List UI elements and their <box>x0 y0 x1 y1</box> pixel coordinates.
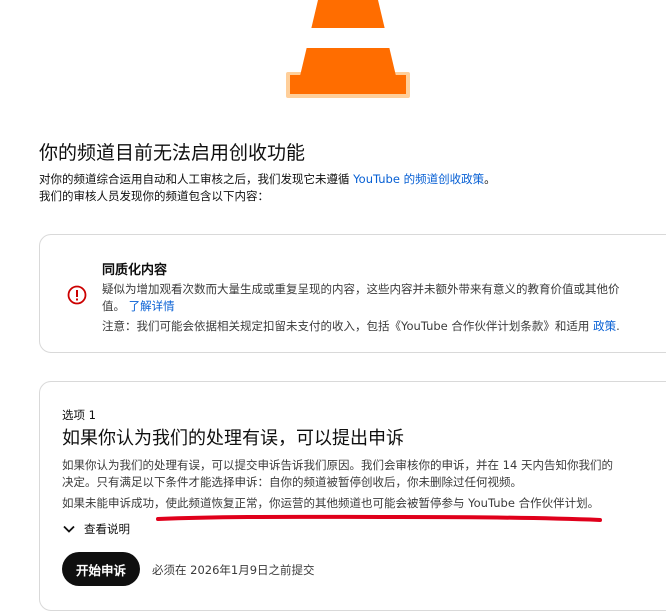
issue-description-text: 疑似为增加观看次数而大量生成或重复呈现的内容，这些内容并未额外带来有意义的教育价… <box>102 282 620 313</box>
issue-note-text: 注意：我们可能会依据相关规定扣留未支付的收入，包括《YouTube 合作伙伴计划… <box>102 319 594 333</box>
intro-line1-prefix: 对你的频道综合运用自动和人工审核之后，我们发现它未遵循 <box>39 172 354 186</box>
error-circle-icon <box>67 285 87 305</box>
issue-description: 疑似为增加观看次数而大量生成或重复呈现的内容，这些内容并未额外带来有意义的教育价… <box>102 281 642 315</box>
issue-note: 注意：我们可能会依据相关规定扣留未支付的收入，包括《YouTube 合作伙伴计划… <box>102 318 620 335</box>
option-title: 如果你认为我们的处理有误，可以提出申诉 <box>62 428 404 449</box>
page-title: 你的频道目前无法启用创收功能 <box>39 142 306 164</box>
appeal-option-card: 选项 1 如果你认为我们的处理有误，可以提出申诉 如果你认为我们的处理有误，可以… <box>39 381 666 611</box>
start-appeal-button[interactable]: 开始申诉 <box>62 552 141 586</box>
option-label: 选项 1 <box>62 408 96 422</box>
chevron-down-icon <box>63 525 75 533</box>
traffic-cone-illustration <box>286 0 410 98</box>
intro-line2: 我们的审核人员发现你的频道包含以下内容： <box>39 189 269 203</box>
appeal-deadline: 必须在 2026年1月9日之前提交 <box>152 563 315 577</box>
view-instructions-label: 查看说明 <box>84 522 130 536</box>
issue-title: 同质化内容 <box>102 263 168 278</box>
option-description: 如果你认为我们的处理有误，可以提交申诉告诉我们原因。我们会审核你的申诉，并在 1… <box>62 458 613 489</box>
red-underline-annotation <box>156 514 602 522</box>
issue-card: 同质化内容 疑似为增加观看次数而大量生成或重复呈现的内容，这些内容并未额外带来有… <box>39 234 666 353</box>
learn-more-link[interactable]: 了解详情 <box>129 299 175 313</box>
intro-text: 对你的频道综合运用自动和人工审核之后，我们发现它未遵循 YouTube 的频道创… <box>39 171 496 205</box>
issue-note-suffix: . <box>616 319 620 333</box>
intro-line1-suffix: 。 <box>484 172 496 186</box>
monetization-policy-link[interactable]: YouTube 的频道创收政策 <box>353 172 484 186</box>
policy-link[interactable]: 政策 <box>593 319 616 333</box>
view-instructions-toggle[interactable]: 查看说明 <box>62 521 130 537</box>
